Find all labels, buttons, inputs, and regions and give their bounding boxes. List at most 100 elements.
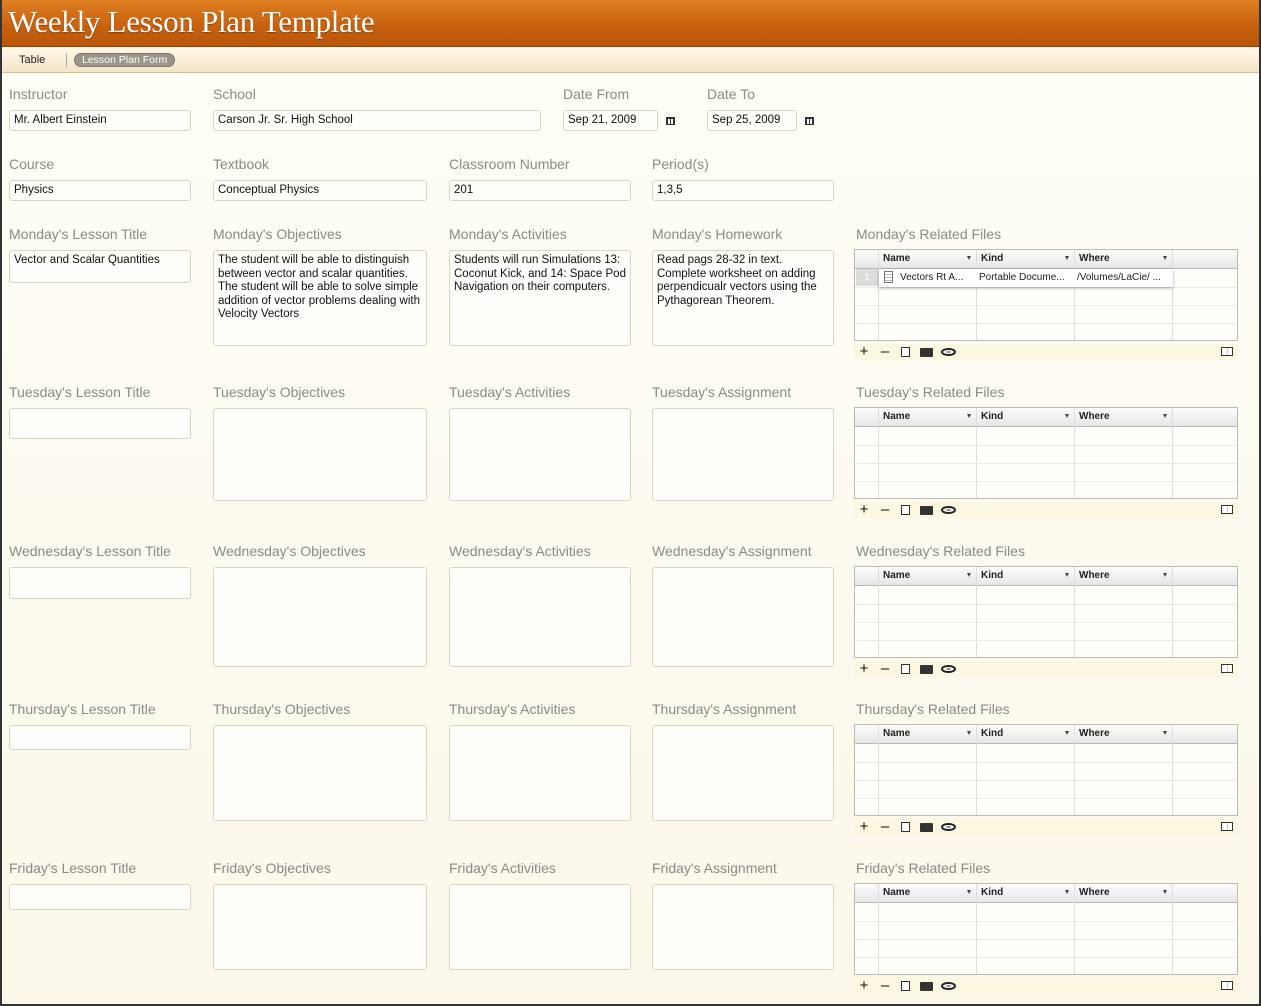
thursday-lesson-title-field[interactable]: [9, 725, 191, 750]
plus-icon[interactable]: +: [857, 502, 871, 518]
layout-icon[interactable]: [1221, 347, 1233, 356]
tab-table[interactable]: Table: [19, 54, 45, 66]
chevron-down-icon[interactable]: [1163, 731, 1167, 735]
textbook-field[interactable]: Conceptual Physics: [213, 180, 427, 201]
minus-icon[interactable]: –: [878, 661, 892, 677]
chevron-down-icon[interactable]: [1163, 414, 1167, 418]
column-header-name[interactable]: Name: [883, 570, 910, 581]
wednesday-activities-field[interactable]: [449, 567, 631, 667]
thursday-related-files-table[interactable]: Name Kind Where: [854, 724, 1238, 816]
chevron-down-icon[interactable]: [967, 256, 971, 260]
wednesday-objectives-field[interactable]: [213, 567, 427, 667]
monday-related-files-table[interactable]: Name Kind Where 1 Vectors Rt A... Portable …: [854, 249, 1238, 341]
wednesday-lesson-title-field[interactable]: [9, 567, 191, 599]
import-icon[interactable]: [901, 981, 910, 991]
column-header-kind[interactable]: Kind: [981, 887, 1003, 898]
column-header-where[interactable]: Where: [1079, 253, 1110, 264]
chevron-down-icon[interactable]: [967, 890, 971, 894]
chevron-down-icon[interactable]: [1065, 890, 1069, 894]
date-from-field[interactable]: Sep 21, 2009: [563, 110, 658, 131]
import-icon[interactable]: [901, 664, 910, 674]
tuesday-objectives-field[interactable]: [213, 408, 427, 501]
minus-icon[interactable]: –: [878, 344, 892, 360]
column-header-kind[interactable]: Kind: [981, 728, 1003, 739]
thursday-activities-field[interactable]: [449, 725, 631, 821]
column-header-kind[interactable]: Kind: [981, 411, 1003, 422]
tuesday-activities-field[interactable]: [449, 408, 631, 501]
wednesday-homework-field[interactable]: [652, 567, 834, 667]
folder-icon[interactable]: [920, 348, 933, 357]
folder-icon[interactable]: [920, 665, 933, 674]
column-header-where[interactable]: Where: [1079, 887, 1110, 898]
eye-icon[interactable]: [941, 348, 956, 356]
eye-icon[interactable]: [941, 823, 956, 831]
import-icon[interactable]: [901, 822, 910, 832]
monday-lesson-title-field[interactable]: Vector and Scalar Quantities: [9, 250, 191, 283]
folder-icon[interactable]: [920, 506, 933, 515]
minus-icon[interactable]: –: [878, 819, 892, 835]
school-field[interactable]: Carson Jr. Sr. High School: [213, 110, 541, 131]
chevron-down-icon[interactable]: [967, 414, 971, 418]
chevron-down-icon[interactable]: [1163, 573, 1167, 577]
thursday-objectives-field[interactable]: [213, 725, 427, 821]
folder-icon[interactable]: [920, 982, 933, 991]
monday-homework-field[interactable]: Read pags 28-32 in text. Complete worksh…: [652, 250, 834, 346]
chevron-down-icon[interactable]: [967, 573, 971, 577]
column-header-name[interactable]: Name: [883, 411, 910, 422]
table-row[interactable]: Vectors Rt A... Portable Docume... /Volu…: [879, 269, 1173, 287]
layout-icon[interactable]: [1221, 505, 1233, 514]
course-field[interactable]: Physics: [9, 180, 191, 201]
minus-icon[interactable]: –: [878, 502, 892, 518]
column-header-where[interactable]: Where: [1079, 728, 1110, 739]
chevron-down-icon[interactable]: [967, 731, 971, 735]
periods-field[interactable]: 1,3,5: [652, 180, 834, 201]
chevron-down-icon[interactable]: [1065, 573, 1069, 577]
row-divider: [855, 481, 1237, 482]
chevron-down-icon[interactable]: [1163, 890, 1167, 894]
date-from-label: Date From: [563, 86, 630, 102]
monday-activities-field[interactable]: Students will run Simulations 13: Coconu…: [449, 250, 631, 346]
column-header-kind[interactable]: Kind: [981, 253, 1003, 264]
plus-icon[interactable]: +: [857, 978, 871, 994]
chevron-down-icon[interactable]: [1065, 414, 1069, 418]
plus-icon[interactable]: +: [857, 661, 871, 677]
tuesday-homework-field[interactable]: [652, 408, 834, 501]
tuesday-lesson-title-field[interactable]: [9, 408, 191, 439]
tuesday-related-files-table[interactable]: Name Kind Where: [854, 407, 1238, 499]
column-header-kind[interactable]: Kind: [981, 570, 1003, 581]
friday-related-files-table[interactable]: Name Kind Where: [854, 883, 1238, 975]
date-to-field[interactable]: Sep 25, 2009: [707, 110, 797, 131]
tab-lesson-plan-form[interactable]: Lesson Plan Form: [74, 53, 176, 67]
plus-icon[interactable]: +: [857, 819, 871, 835]
chevron-down-icon[interactable]: [1163, 256, 1167, 260]
folder-icon[interactable]: [920, 823, 933, 832]
thursday-homework-field[interactable]: [652, 725, 834, 821]
import-icon[interactable]: [901, 505, 910, 515]
chevron-down-icon[interactable]: [1065, 256, 1069, 260]
calendar-icon[interactable]: [666, 117, 675, 125]
instructor-field[interactable]: Mr. Albert Einstein: [9, 110, 191, 131]
column-header-where[interactable]: Where: [1079, 411, 1110, 422]
eye-icon[interactable]: [941, 982, 956, 990]
eye-icon[interactable]: [941, 506, 956, 514]
chevron-down-icon[interactable]: [1065, 731, 1069, 735]
eye-icon[interactable]: [941, 665, 956, 673]
monday-objectives-field[interactable]: The student will be able to distinguish …: [213, 250, 427, 346]
wednesday-related-files-table[interactable]: Name Kind Where: [854, 566, 1238, 658]
layout-icon[interactable]: [1221, 981, 1233, 990]
column-header-name[interactable]: Name: [883, 728, 910, 739]
layout-icon[interactable]: [1221, 822, 1233, 831]
column-header-name[interactable]: Name: [883, 253, 910, 264]
calendar-icon[interactable]: [805, 117, 814, 125]
layout-icon[interactable]: [1221, 664, 1233, 673]
minus-icon[interactable]: –: [878, 978, 892, 994]
column-header-where[interactable]: Where: [1079, 570, 1110, 581]
friday-homework-field[interactable]: [652, 884, 834, 970]
friday-objectives-field[interactable]: [213, 884, 427, 970]
friday-activities-field[interactable]: [449, 884, 631, 970]
friday-lesson-title-field[interactable]: [9, 884, 191, 910]
classroom-number-field[interactable]: 201: [449, 180, 631, 201]
column-header-name[interactable]: Name: [883, 887, 910, 898]
plus-icon[interactable]: +: [857, 344, 871, 360]
import-icon[interactable]: [901, 347, 910, 357]
